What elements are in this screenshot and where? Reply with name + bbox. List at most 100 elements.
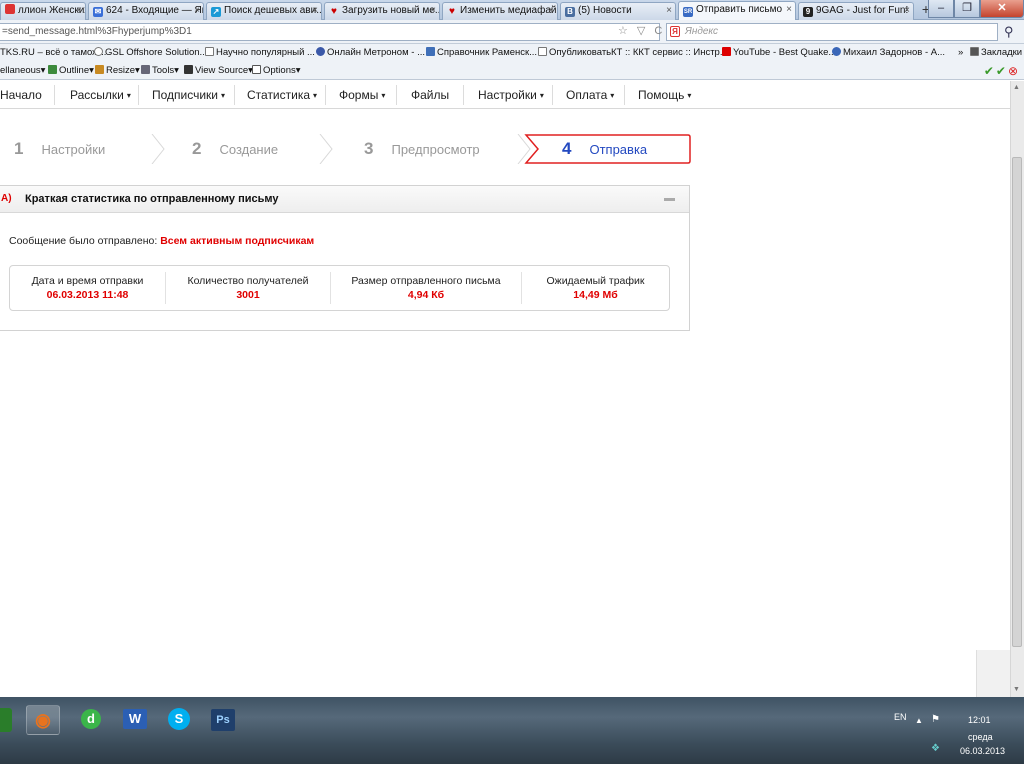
start-button[interactable]: [0, 708, 12, 732]
menu-item-mailings[interactable]: Рассылки ▾: [70, 81, 131, 109]
address-bar[interactable]: =send_message.html%3Fhyperjump%3D1: [0, 23, 660, 41]
bookmark-item[interactable]: Опубликовать: [538, 44, 611, 62]
bookmark-item[interactable]: Онлайн Метроном - ...: [316, 44, 425, 62]
taskbar-firefox-icon[interactable]: ◉: [26, 705, 60, 735]
bookmark-item[interactable]: GSL Offshore Solution...: [94, 44, 207, 62]
stat-recipients: Количество получателей 3001: [187, 275, 309, 301]
toolbar-tools[interactable]: Tools▾: [141, 62, 179, 80]
clock-day[interactable]: среда: [968, 732, 993, 742]
browser-tab[interactable]: ллион Женских Х... ×: [0, 2, 86, 20]
taskbar-d-app-icon[interactable]: d: [74, 705, 108, 735]
toolbar-options[interactable]: Options▾: [252, 62, 301, 80]
panel-title: Краткая статистика по отправленному пись…: [25, 193, 279, 205]
error-icon[interactable]: ⊗: [1008, 64, 1020, 78]
web-developer-toolbar: ellaneous▾ Outline▾ Resize▾ Tools▾ View …: [0, 62, 1024, 80]
metronome-icon: [316, 47, 325, 56]
heart-icon: ♥: [449, 6, 455, 17]
taskbar-word-icon[interactable]: W: [118, 705, 152, 735]
browser-tab[interactable]: ♥ Загрузить новый ме... ×: [324, 2, 440, 20]
page-viewport: Начало Рассылки ▾ Подписчики ▾ Статистика ▾…: [0, 81, 1010, 697]
resize-icon: [95, 65, 104, 74]
tab-close-icon[interactable]: ×: [666, 3, 672, 19]
browser-tab[interactable]: ✉624 - Входящие — Ян... ×: [88, 2, 204, 20]
tab-close-icon[interactable]: ×: [312, 3, 318, 19]
toolbar-miscellaneous[interactable]: ellaneous▾: [0, 62, 45, 80]
toolbar-view-source[interactable]: View Source▾: [184, 62, 253, 80]
tab-close-icon[interactable]: ×: [194, 3, 200, 19]
menu-item-files[interactable]: Файлы: [411, 81, 449, 109]
tab-close-icon[interactable]: ×: [430, 3, 436, 19]
window-controls: – ❐ ✕: [928, 0, 1024, 19]
bookmarks-menu[interactable]: Закладки: [970, 44, 1022, 62]
wizard-step-create[interactable]: 2 Создание: [192, 134, 278, 164]
toolbar-outline[interactable]: Outline▾: [48, 62, 94, 80]
tab-close-icon[interactable]: ×: [548, 3, 554, 19]
tab-close-icon[interactable]: ×: [904, 3, 910, 19]
menu-separator: [396, 85, 397, 105]
panel-section-letter: A): [1, 193, 12, 204]
sent-target: Всем активным подписчикам: [160, 235, 315, 247]
browser-tab-active[interactable]: SR Отправить письмо ×: [678, 1, 796, 21]
sent-status-line: Сообщение было отправлено: Всем активным…: [9, 235, 315, 247]
close-window-button[interactable]: ✕: [980, 0, 1024, 18]
check-icon[interactable]: ✔: [984, 64, 996, 78]
bookmark-item[interactable]: TKS.RU – всё о тамож...: [0, 44, 106, 62]
taskbar-photoshop-icon[interactable]: Ps: [206, 705, 240, 735]
dropbox-icon[interactable]: ❖: [931, 743, 940, 754]
chevron-down-icon: ▾: [539, 91, 544, 100]
wizard-step-send[interactable]: 4 Отправка: [562, 134, 647, 164]
chevron-down-icon: ▾: [221, 91, 226, 100]
app-main-menu: Начало Рассылки ▾ Подписчики ▾ Статистика ▾…: [0, 81, 1010, 109]
menu-separator: [552, 85, 553, 105]
minimize-button[interactable]: –: [928, 0, 954, 18]
scrollbar-thumb[interactable]: [1012, 157, 1022, 647]
clock-time[interactable]: 12:01: [968, 715, 991, 725]
send-stats-panel: A) Краткая статистика по отправленному п…: [0, 185, 690, 331]
menu-item-settings[interactable]: Настройки ▾: [478, 81, 544, 109]
heart-icon: ♥: [331, 6, 337, 17]
search-input[interactable]: Яндекс: [666, 23, 998, 41]
bookmark-item[interactable]: Михаил Задорнов - А...: [832, 44, 945, 62]
browser-tab[interactable]: ↗ Поиск дешевых ави... ×: [206, 2, 322, 20]
scroll-up-arrow-icon[interactable]: ▲: [1013, 84, 1020, 91]
source-icon: [184, 65, 193, 74]
menu-item-subscribers[interactable]: Подписчики ▾: [152, 81, 225, 109]
browser-tab[interactable]: В (5) Новости ×: [560, 2, 676, 20]
wizard-step-preview[interactable]: 3 Предпросмотр: [364, 134, 480, 164]
bookmarks-overflow-button[interactable]: »: [958, 44, 963, 62]
menu-separator: [624, 85, 625, 105]
bookmark-item[interactable]: Справочник Раменск...: [426, 44, 537, 62]
chevron-down-icon: ▾: [610, 91, 615, 100]
collapse-icon[interactable]: [664, 198, 675, 201]
menu-separator: [463, 85, 464, 105]
bookmark-item[interactable]: Научно популярный ...: [205, 44, 315, 62]
bookmark-item[interactable]: YouTube - Best Quake...: [722, 44, 836, 62]
toolbar-resize[interactable]: Resize▾: [95, 62, 140, 80]
browser-nav-bar: =send_message.html%3Fhyperjump%3D1 ☆ ▽ C…: [0, 20, 1024, 44]
chevron-down-icon: ▾: [126, 91, 131, 100]
menu-item-payment[interactable]: Оплата ▾: [566, 81, 614, 109]
scroll-down-arrow-icon[interactable]: ▼: [1013, 686, 1020, 693]
bookmark-star-icon[interactable]: ☆ ▽ C: [618, 24, 665, 37]
bookmark-item[interactable]: КТ :: ККТ сервис :: Инстр...: [611, 44, 728, 62]
browser-tab[interactable]: 9 9GAG - Just for Fun! ×: [798, 2, 914, 20]
maximize-button[interactable]: ❐: [954, 0, 980, 18]
browser-tab[interactable]: ♥ Изменить медиафай... ×: [442, 2, 558, 20]
taskbar-skype-icon[interactable]: S: [162, 705, 196, 735]
menu-item-statistics[interactable]: Статистика ▾: [247, 81, 317, 109]
menu-item-help[interactable]: Помощь ▾: [638, 81, 691, 109]
menu-item-forms[interactable]: Формы ▾: [339, 81, 385, 109]
tray-expand-icon[interactable]: ▲: [915, 716, 923, 725]
check-icon[interactable]: ✔: [996, 64, 1008, 78]
tab-close-icon[interactable]: ×: [76, 3, 82, 19]
language-indicator[interactable]: EN: [894, 712, 907, 722]
tab-close-icon[interactable]: ×: [786, 2, 792, 18]
action-center-flag-icon[interactable]: ⚑: [931, 714, 940, 725]
wizard-step-settings[interactable]: 1 Настройки: [14, 134, 105, 164]
menu-item-home[interactable]: Начало: [0, 81, 42, 109]
clock-date[interactable]: 06.03.2013: [960, 746, 1005, 756]
options-icon: [252, 65, 261, 74]
yandex-icon[interactable]: Я: [670, 26, 680, 37]
search-icon[interactable]: ⚲: [1004, 24, 1014, 40]
vk-icon: В: [565, 7, 575, 17]
